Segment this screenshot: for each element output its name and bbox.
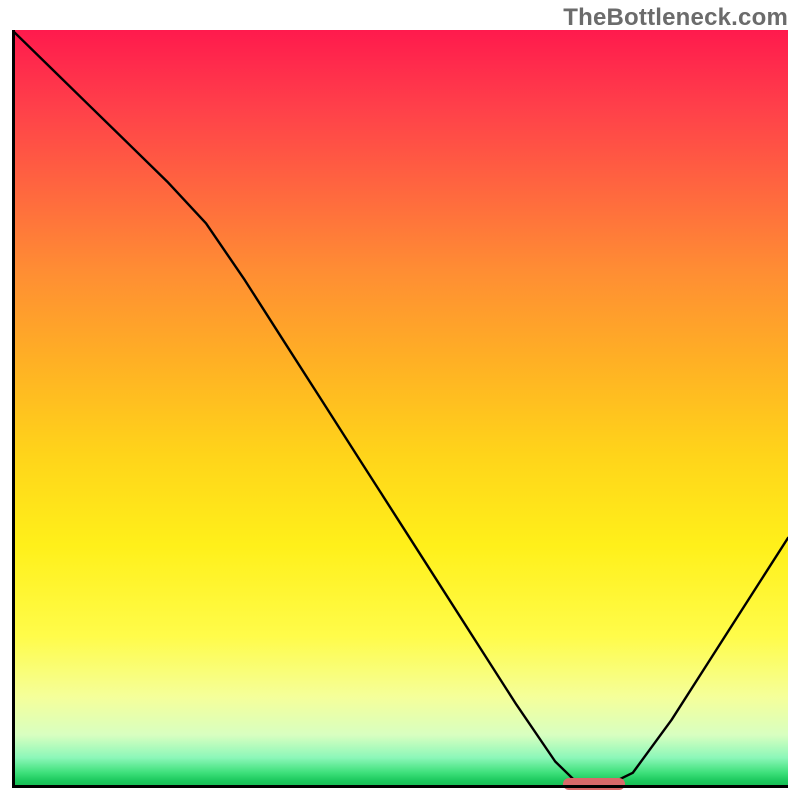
chart-container: TheBottleneck.com: [0, 0, 800, 800]
watermark-text: TheBottleneck.com: [563, 4, 788, 32]
bottleneck-curve: [12, 30, 788, 788]
plot-area: [12, 30, 788, 788]
optimal-range-marker: [563, 778, 625, 790]
